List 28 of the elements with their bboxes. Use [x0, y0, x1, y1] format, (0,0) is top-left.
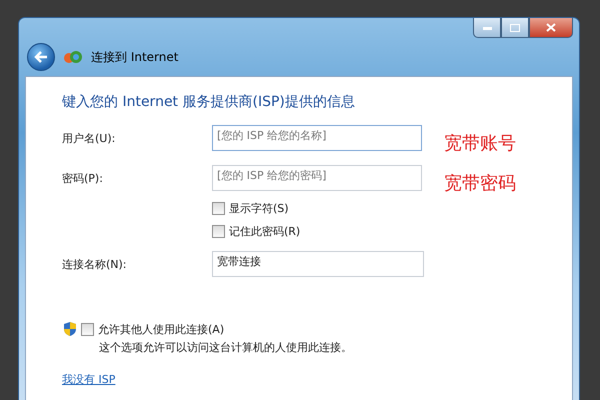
maximize-icon: [510, 24, 520, 32]
checkbox[interactable]: [212, 225, 225, 238]
back-button[interactable]: [27, 43, 55, 71]
field-label: 连接名称(N):: [62, 256, 128, 272]
shield-icon: [63, 321, 77, 337]
minimize-button[interactable]: [473, 18, 501, 38]
close-button[interactable]: [529, 18, 573, 38]
maximize-button[interactable]: [501, 18, 529, 38]
back-arrow-icon: [34, 51, 48, 63]
checkbox[interactable]: [212, 202, 225, 215]
checkbox[interactable]: [81, 322, 94, 336]
checkbox-label: 允许其他人使用此连接(A): [98, 322, 224, 336]
close-icon: [546, 23, 556, 32]
field-label: 密码(P):: [62, 170, 104, 186]
annotation: 宽带账号: [444, 135, 517, 153]
window-title: 连接到 Internet: [91, 48, 178, 66]
network-icon: [63, 50, 83, 64]
input-field[interactable]: 宽带连接: [212, 251, 424, 277]
checkbox-label: 显示字符(S): [229, 201, 289, 216]
input-field[interactable]: [您的 ISP 给您的名称]: [212, 125, 422, 151]
no-isp-link[interactable]: 我没有 ISP: [62, 372, 116, 387]
annotation: 宽带密码: [444, 175, 517, 193]
input-field[interactable]: [您的 ISP 给您的密码]: [212, 165, 422, 191]
heading: 键入您的 Internet 服务提供商(ISP)提供的信息: [62, 93, 356, 111]
field-label: 用户名(U):: [62, 130, 116, 146]
checkbox-label: 记住此密码(R): [229, 224, 300, 239]
option-description: 这个选项允许可以访问这台计算机的人使用此连接。: [99, 340, 353, 355]
minimize-icon: [482, 26, 492, 30]
